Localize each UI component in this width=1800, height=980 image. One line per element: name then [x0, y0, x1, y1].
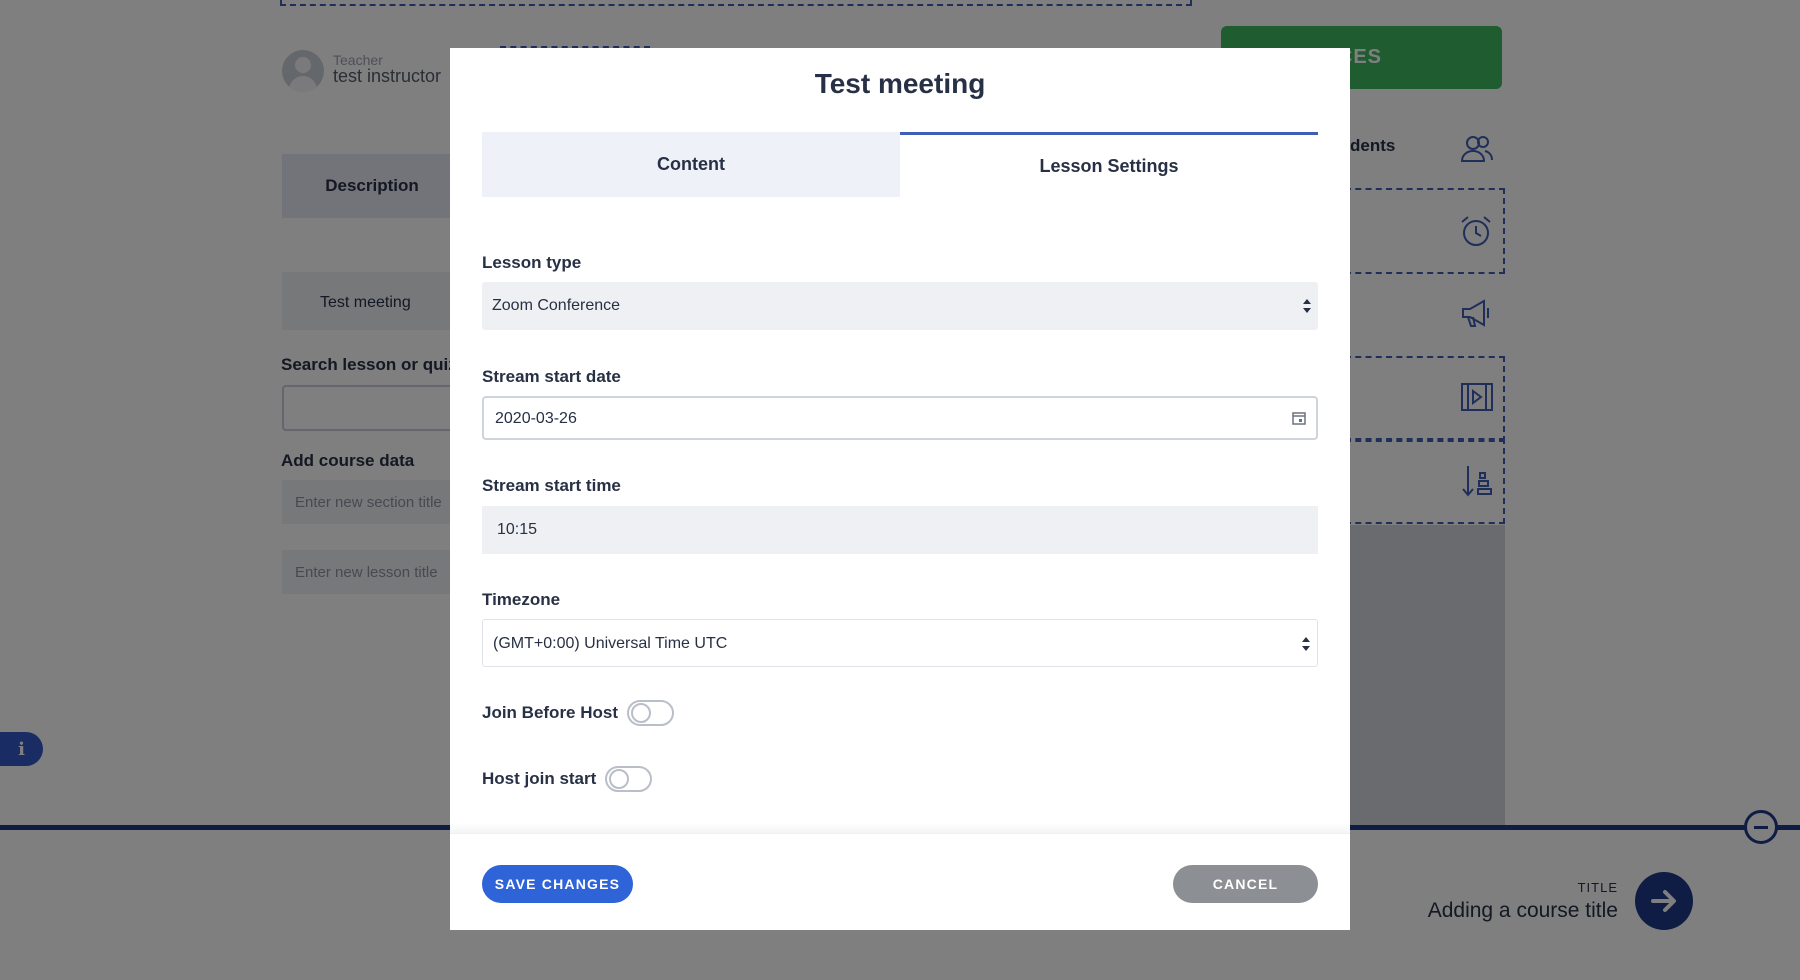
lesson-type-label: Lesson type	[482, 253, 582, 272]
tab-content[interactable]: Content	[482, 132, 900, 197]
lesson-type-value: Zoom Conference	[492, 297, 621, 314]
join-before-host-row: Join Before Host	[482, 700, 675, 726]
toggle-knob	[609, 769, 630, 789]
stream-start-time-label: Stream start time	[482, 476, 621, 495]
lesson-type-select[interactable]: Zoom Conference	[482, 282, 1318, 330]
join-before-host-label: Join Before Host	[482, 703, 619, 722]
modal-footer: SAVE CHANGES CANCEL	[450, 833, 1350, 930]
stream-start-time-value: 10:15	[497, 521, 538, 538]
stream-start-date-value: 2020-03-26	[495, 410, 577, 427]
calendar-icon[interactable]	[1292, 411, 1306, 425]
cancel-button[interactable]: CANCEL	[1173, 865, 1318, 903]
stream-start-date-label: Stream start date	[482, 367, 621, 386]
host-join-start-row: Host join start	[482, 766, 653, 792]
lesson-modal: Test meeting Content Lesson Settings Les…	[450, 48, 1350, 930]
modal-title: Test meeting	[814, 68, 986, 99]
timezone-value: (GMT+0:00) Universal Time UTC	[493, 635, 728, 652]
stream-start-time-input[interactable]: 10:15	[482, 506, 1318, 554]
toggle-knob	[631, 703, 652, 723]
host-join-start-toggle[interactable]	[605, 766, 653, 792]
modal-tabs: Content Lesson Settings	[482, 132, 1318, 197]
host-join-start-label: Host join start	[482, 769, 597, 788]
timezone-label: Timezone	[482, 590, 561, 609]
tab-lesson-settings[interactable]: Lesson Settings	[900, 132, 1318, 197]
select-arrows-icon	[1302, 637, 1310, 651]
join-before-host-toggle[interactable]	[627, 700, 675, 726]
select-arrows-icon	[1303, 299, 1311, 313]
timezone-select[interactable]: (GMT+0:00) Universal Time UTC	[482, 619, 1318, 667]
stream-start-date-input[interactable]: 2020-03-26	[482, 396, 1318, 440]
save-changes-button[interactable]: SAVE CHANGES	[482, 865, 633, 903]
